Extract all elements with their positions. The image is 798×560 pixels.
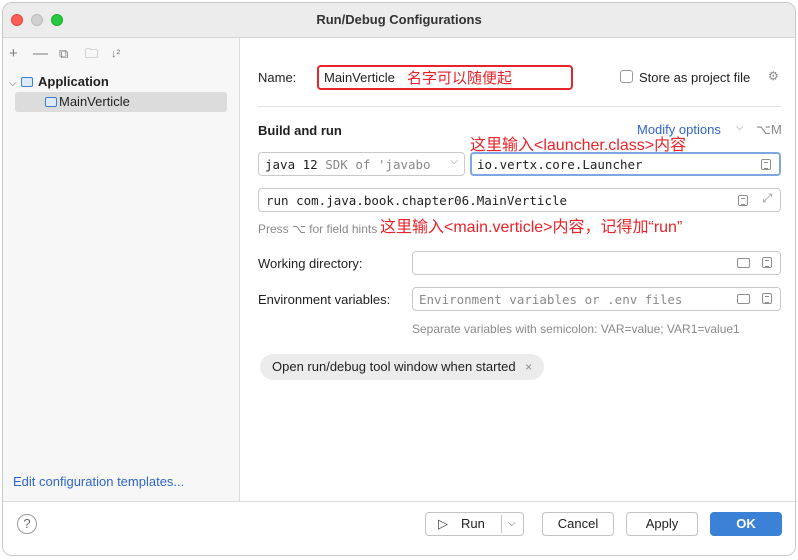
run-label: Run — [461, 516, 485, 531]
run-debug-dialog: Run/Debug Configurations + — ⧉ 🗀 ↓² ⌵ App… — [2, 2, 796, 556]
help-button[interactable]: ? — [17, 514, 37, 534]
store-as-project-file-label: Store as project file — [639, 70, 751, 85]
field-hints-note: Press ⌥ for field hints — [258, 222, 378, 236]
list-icon[interactable] — [762, 293, 772, 304]
store-as-project-file-checkbox[interactable] — [620, 70, 633, 83]
new-folder-icon[interactable]: 🗀 — [85, 46, 98, 62]
divider — [501, 515, 502, 533]
tree-group-label: Application — [38, 74, 109, 89]
main-class-value: io.vertx.core.Launcher — [477, 157, 643, 172]
sort-icon[interactable]: ↓² — [111, 46, 120, 62]
environment-variables-note: Separate variables with semicolon: VAR=v… — [412, 322, 740, 336]
build-and-run-heading: Build and run — [258, 123, 342, 138]
chevron-down-icon[interactable]: ⌵ — [736, 122, 744, 133]
cancel-button[interactable]: Cancel — [542, 512, 614, 536]
dialog-footer: ? ▷ Run ⌵ Cancel Apply OK — [3, 501, 795, 555]
list-icon[interactable] — [762, 257, 772, 268]
edit-configuration-templates-link[interactable]: Edit configuration templates... — [13, 474, 184, 489]
environment-variables-label: Environment variables: — [258, 292, 391, 307]
application-icon — [21, 77, 33, 87]
ok-button[interactable]: OK — [710, 512, 782, 536]
configuration-form: Name: MainVerticle 名字可以随便起 Store as proj… — [240, 38, 795, 501]
chevron-down-icon[interactable]: ⌵ — [9, 74, 21, 94]
name-label: Name: — [258, 70, 297, 85]
expand-icon[interactable]: ⤢ — [762, 191, 772, 206]
jdk-hint: SDK of 'javabo — [325, 157, 431, 172]
chip-label: Open run/debug tool window when started — [272, 359, 516, 374]
close-icon[interactable]: × — [525, 360, 532, 374]
play-icon: ▷ — [438, 516, 448, 531]
main-class-field[interactable]: io.vertx.core.Launcher — [470, 152, 781, 176]
add-icon[interactable]: + — [9, 46, 18, 62]
run-button[interactable]: ▷ Run ⌵ — [425, 512, 524, 536]
name-field[interactable]: MainVerticle 名字可以随便起 — [317, 65, 573, 90]
name-value: MainVerticle — [324, 70, 395, 85]
list-icon[interactable] — [761, 159, 771, 170]
environment-variables-field[interactable]: Environment variables or .env files — [412, 287, 781, 311]
apply-button[interactable]: Apply — [626, 512, 698, 536]
program-arguments-field[interactable]: run com.java.book.chapter06.MainVerticle… — [258, 188, 781, 212]
program-arguments-value: run com.java.book.chapter06.MainVerticle — [266, 193, 568, 208]
tree-group-application[interactable]: ⌵ Application — [9, 72, 109, 92]
folder-icon[interactable] — [737, 294, 750, 304]
jdk-value: java 12 — [265, 157, 318, 172]
title-bar: Run/Debug Configurations — [3, 3, 795, 38]
folder-icon[interactable] — [737, 258, 750, 268]
working-directory-field[interactable] — [412, 251, 781, 275]
chevron-down-icon: ⌵ — [450, 156, 458, 167]
gear-icon[interactable]: ⚙ — [768, 69, 779, 83]
jdk-select[interactable]: java 12 SDK of 'javabo ⌵ — [258, 152, 465, 176]
program-arguments-annotation: 这里输入<main.verticle>内容，记得加“run” — [380, 219, 683, 236]
window-title: Run/Debug Configurations — [316, 12, 482, 27]
tree-item-label: MainVerticle — [59, 94, 130, 109]
environment-variables-placeholder: Environment variables or .env files — [419, 292, 683, 307]
application-icon — [45, 97, 57, 107]
list-icon[interactable] — [738, 195, 748, 206]
open-tool-window-chip[interactable]: Open run/debug tool window when started … — [260, 354, 545, 380]
configurations-sidebar: + — ⧉ 🗀 ↓² ⌵ Application MainVerticle Edi… — [3, 38, 240, 501]
modify-options-shortcut: ⌥M — [756, 122, 782, 137]
copy-icon[interactable]: ⧉ — [59, 46, 68, 62]
tree-item-mainverticle[interactable]: MainVerticle — [15, 92, 227, 112]
chevron-down-icon[interactable]: ⌵ — [508, 513, 516, 535]
divider — [258, 106, 781, 107]
remove-icon[interactable]: — — [33, 46, 48, 62]
working-directory-label: Working directory: — [258, 256, 363, 271]
name-annotation: 名字可以随便起 — [407, 70, 513, 87]
